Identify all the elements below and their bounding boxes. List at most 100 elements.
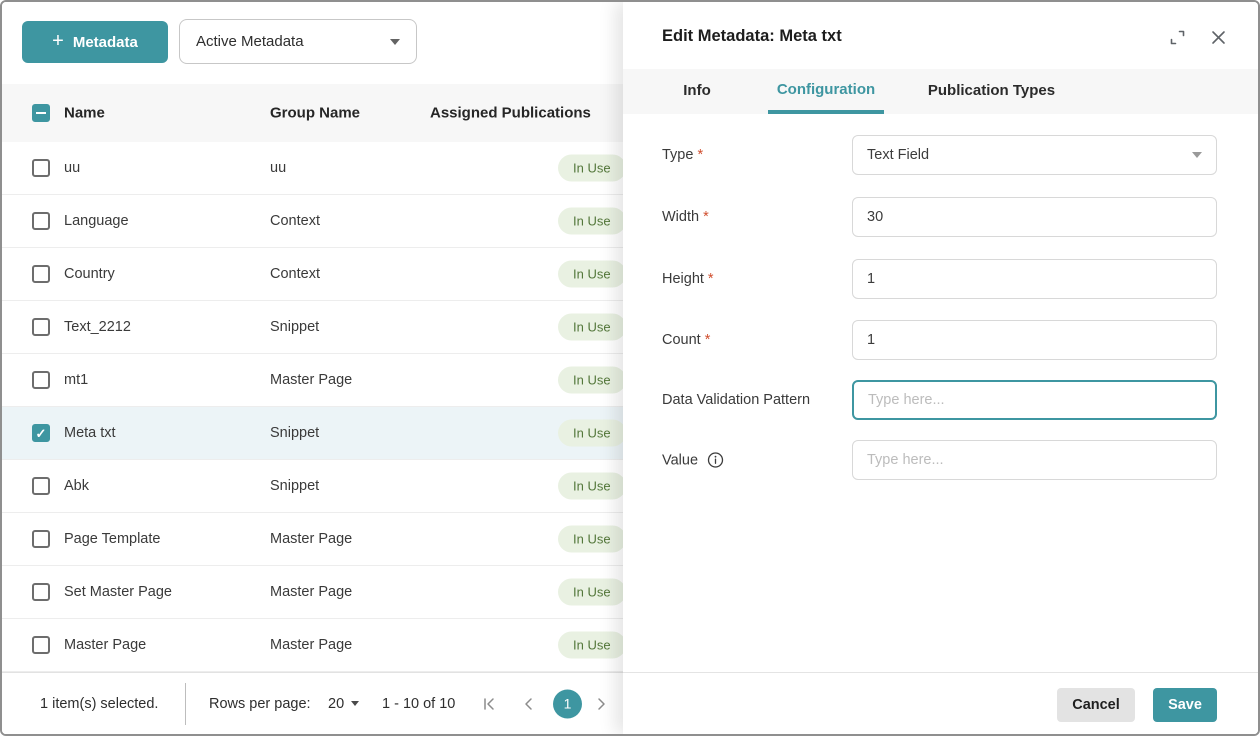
field-value: Value [623,440,1258,480]
row-name: uu [64,160,80,176]
row-checkbox[interactable] [32,318,50,336]
first-page-button[interactable] [481,696,497,712]
row-name: mt1 [64,372,88,388]
row-group-name: Master Page [270,637,352,653]
row-name: Meta txt [64,425,116,441]
field-data-validation-pattern: Data Validation Pattern [623,380,1258,420]
row-group-name: Snippet [270,425,319,441]
table-row[interactable]: Text_2212 Snippet In Use [2,301,623,354]
row-checkbox[interactable] [32,159,50,177]
field-label-text: Type [662,147,693,163]
row-group-name: Master Page [270,531,352,547]
page-range-text: 1 - 10 of 10 [382,696,455,712]
row-checkbox[interactable] [32,477,50,495]
row-checkbox[interactable] [32,530,50,548]
table-row[interactable]: Language Context In Use [2,195,623,248]
edit-metadata-panel: Edit Metadata: Meta txt Info Configurati… [623,2,1258,734]
app-window: + Metadata Active Metadata Name Group Na… [0,0,1260,736]
previous-page-button[interactable] [521,696,537,712]
height-input[interactable] [852,259,1217,299]
row-group-name: Master Page [270,372,352,388]
column-header-name: Name [64,105,105,122]
status-badge: In Use [558,473,623,500]
status-badge: In Use [558,632,623,659]
field-label-text: Data Validation Pattern [662,392,810,408]
field-width: Width * [623,197,1258,237]
field-label-text: Width [662,209,699,225]
page-number-button[interactable]: 1 [553,689,582,718]
panel-footer: Cancel Save [623,672,1258,734]
type-select[interactable]: Text Field [852,135,1217,175]
tab-info[interactable]: Info [670,69,724,114]
field-height: Height * [623,259,1258,299]
value-input[interactable] [852,440,1217,480]
save-button[interactable]: Save [1153,688,1217,722]
row-group-name: Master Page [270,584,352,600]
row-group-name: Snippet [270,319,319,335]
tab-publication-types[interactable]: Publication Types [920,69,1063,114]
status-badge: In Use [558,526,623,553]
metadata-list-pane: + Metadata Active Metadata Name Group Na… [2,2,623,734]
metadata-filter-select[interactable]: Active Metadata [179,19,417,64]
table-body: uu uu In Use Language Context In Use Cou… [2,142,623,672]
status-badge: In Use [558,155,623,182]
field-count: Count * [623,320,1258,360]
field-label-text: Value [662,452,698,468]
row-checkbox-checked[interactable] [32,424,50,442]
rows-per-page-value: 20 [328,696,344,712]
chevron-down-icon [351,701,359,706]
field-label-text: Count [662,332,701,348]
table-row[interactable]: Page Template Master Page In Use [2,513,623,566]
width-input[interactable] [852,197,1217,237]
row-checkbox[interactable] [32,583,50,601]
row-name: Master Page [64,637,146,653]
expand-panel-button[interactable] [1168,28,1186,46]
row-group-name: Context [270,213,320,229]
row-checkbox[interactable] [32,371,50,389]
status-badge: In Use [558,420,623,447]
row-checkbox[interactable] [32,636,50,654]
add-metadata-label: Metadata [73,34,138,51]
field-label-text: Height [662,271,704,287]
row-name: Language [64,213,129,229]
required-asterisk: * [703,209,709,225]
required-asterisk: * [705,332,711,348]
row-name: Country [64,266,115,282]
rows-per-page-select[interactable]: 20 [328,696,359,712]
add-metadata-button[interactable]: + Metadata [22,21,168,63]
count-label: Count * [662,332,710,348]
next-page-button[interactable] [593,696,609,712]
row-group-name: uu [270,160,286,176]
cancel-button[interactable]: Cancel [1057,688,1135,722]
data-validation-pattern-label: Data Validation Pattern [662,392,810,408]
table-row[interactable]: Abk Snippet In Use [2,460,623,513]
table-row[interactable]: Country Context In Use [2,248,623,301]
table-row[interactable]: Set Master Page Master Page In Use [2,566,623,619]
row-name: Text_2212 [64,319,131,335]
plus-icon: + [52,31,64,51]
type-label: Type * [662,147,703,163]
info-icon[interactable] [707,452,724,469]
row-checkbox[interactable] [32,265,50,283]
close-panel-button[interactable] [1208,27,1228,47]
column-header-assigned-publications: Assigned Publications [430,105,591,122]
select-all-checkbox[interactable] [32,104,50,122]
row-name: Page Template [64,531,160,547]
column-header-group-name: Group Name [270,105,360,122]
width-label: Width * [662,209,709,225]
data-validation-pattern-input[interactable] [852,380,1217,420]
close-icon [1210,29,1227,46]
row-checkbox[interactable] [32,212,50,230]
status-badge: In Use [558,261,623,288]
count-input[interactable] [852,320,1217,360]
table-row-selected[interactable]: Meta txt Snippet In Use [2,407,623,460]
height-label: Height * [662,271,714,287]
row-name: Abk [64,478,89,494]
table-row[interactable]: mt1 Master Page In Use [2,354,623,407]
expand-icon [1169,29,1186,46]
status-badge: In Use [558,367,623,394]
table-row[interactable]: uu uu In Use [2,142,623,195]
tab-configuration[interactable]: Configuration [768,69,884,114]
table-row[interactable]: Master Page Master Page In Use [2,619,623,672]
row-group-name: Context [270,266,320,282]
